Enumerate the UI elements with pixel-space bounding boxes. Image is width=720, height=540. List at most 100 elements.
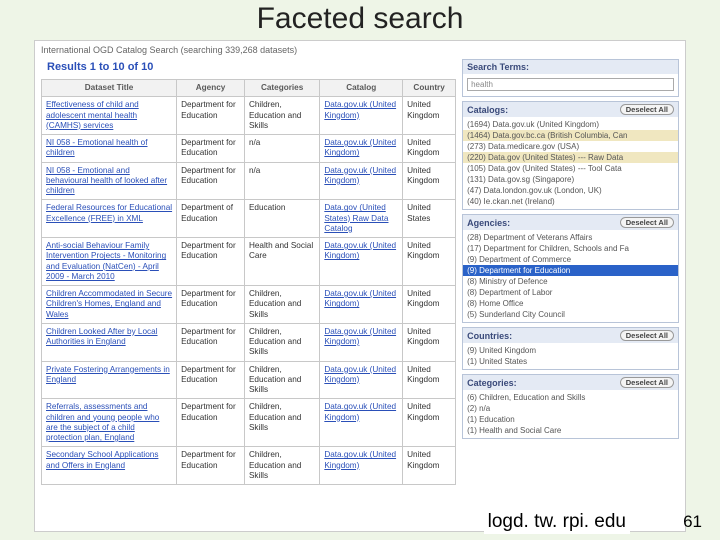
facet-label: Agencies: — [467, 218, 510, 228]
search-input[interactable]: health — [467, 78, 674, 91]
cell-country: United Kingdom — [403, 238, 456, 286]
facet-item[interactable]: (1) Education — [463, 414, 678, 425]
cell-country: United Kingdom — [403, 97, 456, 135]
cell-agency: Department for Education — [177, 399, 245, 447]
cell-catalog: Data.gov (United States) Raw Data Catalo… — [320, 200, 403, 238]
dataset-link[interactable]: Referrals, assessments and children and … — [46, 402, 159, 442]
cell-categories: n/a — [244, 162, 319, 200]
facet-item[interactable]: (105) Data.gov (United States) --- Tool … — [463, 163, 678, 174]
app-window: International OGD Catalog Search (search… — [34, 40, 686, 532]
table-row: Referrals, assessments and children and … — [42, 399, 456, 447]
facet-item[interactable]: (47) Data.london.gov.uk (London, UK) — [463, 185, 678, 196]
table-row: NI 058 - Emotional and behavioural healt… — [42, 162, 456, 200]
cell-catalog: Data.gov.uk (United Kingdom) — [320, 135, 403, 163]
facet-item[interactable]: (9) Department for Education — [463, 265, 678, 276]
cell-categories: n/a — [244, 135, 319, 163]
cell-agency: Department for Education — [177, 135, 245, 163]
cell-country: United Kingdom — [403, 399, 456, 447]
cell-categories: Children, Education and Skills — [244, 323, 319, 361]
facet-item[interactable]: (40) Ie.ckan.net (Ireland) — [463, 196, 678, 207]
column-header[interactable]: Categories — [244, 80, 319, 97]
facet-item[interactable]: (1694) Data.gov.uk (United Kingdom) — [463, 119, 678, 130]
deselect-all-button[interactable]: Deselect All — [620, 330, 674, 341]
facet-item[interactable]: (9) United Kingdom — [463, 345, 678, 356]
facet-categories: Categories: Deselect All (6) Children, E… — [462, 374, 679, 439]
cell-categories: Children, Education and Skills — [244, 286, 319, 324]
cell-categories: Children, Education and Skills — [244, 399, 319, 447]
dataset-link[interactable]: Federal Resources for Educational Excell… — [46, 203, 172, 222]
catalog-link[interactable]: Data.gov.uk (United Kingdom) — [324, 327, 396, 346]
cell-agency: Department of Education — [177, 200, 245, 238]
cell-title: Referrals, assessments and children and … — [42, 399, 177, 447]
cell-title: Private Fostering Arrangements in Englan… — [42, 361, 177, 399]
dataset-link[interactable]: NI 058 - Emotional and behavioural healt… — [46, 166, 167, 196]
catalog-link[interactable]: Data.gov (United States) Raw Data Catalo… — [324, 203, 388, 233]
table-row: Effectiveness of child and adolescent me… — [42, 97, 456, 135]
facet-item[interactable]: (1) United States — [463, 356, 678, 367]
facet-search-terms: Search Terms: health — [462, 59, 679, 97]
table-row: NI 058 - Emotional health of children Dep… — [42, 135, 456, 163]
dataset-link[interactable]: NI 058 - Emotional health of children — [46, 138, 148, 157]
facet-item[interactable]: (28) Department of Veterans Affairs — [463, 232, 678, 243]
column-header[interactable]: Country — [403, 80, 456, 97]
deselect-all-button[interactable]: Deselect All — [620, 104, 674, 115]
cell-agency: Department for Education — [177, 323, 245, 361]
facet-agencies: Agencies: Deselect All (28) Department o… — [462, 214, 679, 323]
catalog-link[interactable]: Data.gov.uk (United Kingdom) — [324, 450, 396, 469]
facet-item[interactable]: (5) Sunderland City Council — [463, 309, 678, 320]
cell-title: Effectiveness of child and adolescent me… — [42, 97, 177, 135]
cell-agency: Department for Education — [177, 162, 245, 200]
catalog-link[interactable]: Data.gov.uk (United Kingdom) — [324, 365, 396, 384]
facet-item[interactable]: (1) Health and Social Care — [463, 425, 678, 436]
cell-country: United Kingdom — [403, 361, 456, 399]
cell-catalog: Data.gov.uk (United Kingdom) — [320, 286, 403, 324]
facet-item[interactable]: (9) Department of Commerce — [463, 254, 678, 265]
dataset-link[interactable]: Children Accommodated in Secure Children… — [46, 289, 172, 319]
dataset-link[interactable]: Children Looked After by Local Authoriti… — [46, 327, 158, 346]
deselect-all-button[interactable]: Deselect All — [620, 377, 674, 388]
dataset-link[interactable]: Private Fostering Arrangements in Englan… — [46, 365, 170, 384]
cell-catalog: Data.gov.uk (United Kingdom) — [320, 447, 403, 485]
catalog-link[interactable]: Data.gov.uk (United Kingdom) — [324, 100, 396, 119]
dataset-link[interactable]: Effectiveness of child and adolescent me… — [46, 100, 139, 130]
catalog-link[interactable]: Data.gov.uk (United Kingdom) — [324, 241, 396, 260]
facet-item[interactable]: (17) Department for Children, Schools an… — [463, 243, 678, 254]
facet-label: Search Terms: — [467, 62, 529, 72]
cell-catalog: Data.gov.uk (United Kingdom) — [320, 399, 403, 447]
facet-label: Categories: — [467, 378, 517, 388]
cell-catalog: Data.gov.uk (United Kingdom) — [320, 323, 403, 361]
column-header[interactable]: Catalog — [320, 80, 403, 97]
facet-item[interactable]: (273) Data.medicare.gov (USA) — [463, 141, 678, 152]
footer-url: logd. tw. rpi. edu — [484, 510, 630, 534]
facet-item[interactable]: (1464) Data.gov.bc.ca (British Columbia,… — [463, 130, 678, 141]
cell-agency: Department for Education — [177, 238, 245, 286]
dataset-link[interactable]: Anti-social Behaviour Family Interventio… — [46, 241, 166, 281]
cell-categories: Children, Education and Skills — [244, 447, 319, 485]
catalog-link[interactable]: Data.gov.uk (United Kingdom) — [324, 402, 396, 421]
catalog-link[interactable]: Data.gov.uk (United Kingdom) — [324, 289, 396, 308]
page-number: 61 — [683, 512, 702, 532]
cell-agency: Department for Education — [177, 286, 245, 324]
facet-item[interactable]: (220) Data.gov (United States) --- Raw D… — [463, 152, 678, 163]
facet-item[interactable]: (2) n/a — [463, 403, 678, 414]
cell-title: Secondary School Applications and Offers… — [42, 447, 177, 485]
table-row: Children Accommodated in Secure Children… — [42, 286, 456, 324]
facet-item[interactable]: (8) Department of Labor — [463, 287, 678, 298]
facet-label: Catalogs: — [467, 105, 508, 115]
catalog-link[interactable]: Data.gov.uk (United Kingdom) — [324, 138, 396, 157]
facet-item[interactable]: (6) Children, Education and Skills — [463, 392, 678, 403]
cell-country: United Kingdom — [403, 286, 456, 324]
facet-item[interactable]: (131) Data.gov.sg (Singapore) — [463, 174, 678, 185]
cell-title: Children Accommodated in Secure Children… — [42, 286, 177, 324]
cell-country: United Kingdom — [403, 162, 456, 200]
slide-title: Faceted search — [0, 0, 720, 40]
deselect-all-button[interactable]: Deselect All — [620, 217, 674, 228]
cell-title: Federal Resources for Educational Excell… — [42, 200, 177, 238]
page-header: International OGD Catalog Search (search… — [41, 45, 679, 55]
facet-item[interactable]: (8) Home Office — [463, 298, 678, 309]
facet-item[interactable]: (8) Ministry of Defence — [463, 276, 678, 287]
column-header[interactable]: Dataset Title — [42, 80, 177, 97]
column-header[interactable]: Agency — [177, 80, 245, 97]
dataset-link[interactable]: Secondary School Applications and Offers… — [46, 450, 158, 469]
catalog-link[interactable]: Data.gov.uk (United Kingdom) — [324, 166, 396, 185]
